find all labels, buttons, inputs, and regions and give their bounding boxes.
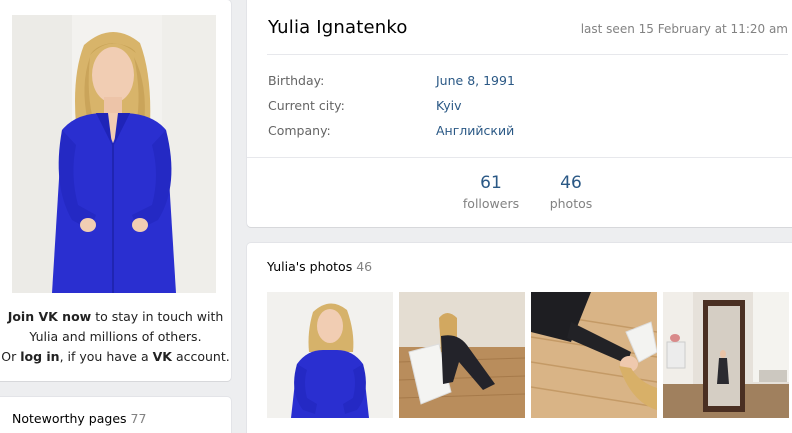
followers-label: followers: [462, 196, 520, 211]
city-value[interactable]: Kyiv: [436, 98, 462, 113]
photos-title: Yulia's photos: [267, 259, 353, 274]
birthday-value[interactable]: June 8, 1991: [436, 73, 515, 88]
divider: [247, 157, 792, 158]
photo-thumbnail[interactable]: [663, 292, 789, 418]
company-label: Company:: [268, 123, 331, 138]
join-mid: , if you have a: [59, 349, 153, 364]
noteworthy-pages-header[interactable]: Noteworthy pages 77: [12, 411, 146, 426]
noteworthy-pages-count: 77: [130, 411, 147, 426]
photo-thumbnail[interactable]: [399, 292, 525, 418]
followers-count: 61: [480, 173, 502, 193]
noteworthy-pages-label: Noteworthy pages: [12, 411, 127, 426]
photos-header[interactable]: Yulia's photos 46: [267, 259, 372, 274]
photos-count: 46: [560, 173, 582, 193]
company-value[interactable]: Английский: [436, 123, 514, 138]
join-or: Or: [1, 349, 21, 364]
photo-thumbnail[interactable]: [267, 292, 393, 418]
photos-counter[interactable]: 46 photos: [541, 173, 601, 215]
photos-label: photos: [549, 196, 593, 211]
join-text-2: Yulia and millions of others.: [29, 329, 202, 344]
city-label: Current city:: [268, 98, 345, 113]
photo-thumbnail[interactable]: [531, 292, 657, 418]
profile-avatar[interactable]: [12, 15, 216, 293]
birthday-label: Birthday:: [268, 73, 325, 88]
join-vk-prompt: Join VK now to stay in touch with Yulia …: [0, 307, 231, 367]
profile-name: Yulia Ignatenko: [268, 17, 408, 38]
join-suffix: account.: [171, 349, 230, 364]
join-vk-link[interactable]: Join VK now: [8, 309, 92, 324]
last-seen-status: last seen 15 February at 11:20 am: [580, 22, 788, 36]
divider: [267, 54, 788, 55]
photos-title-count: 46: [356, 259, 373, 274]
vk-label: VK: [152, 349, 172, 364]
log-in-link[interactable]: log in: [20, 349, 59, 364]
join-text-1: to stay in touch with: [91, 309, 224, 324]
followers-counter[interactable]: 61 followers: [461, 173, 521, 215]
